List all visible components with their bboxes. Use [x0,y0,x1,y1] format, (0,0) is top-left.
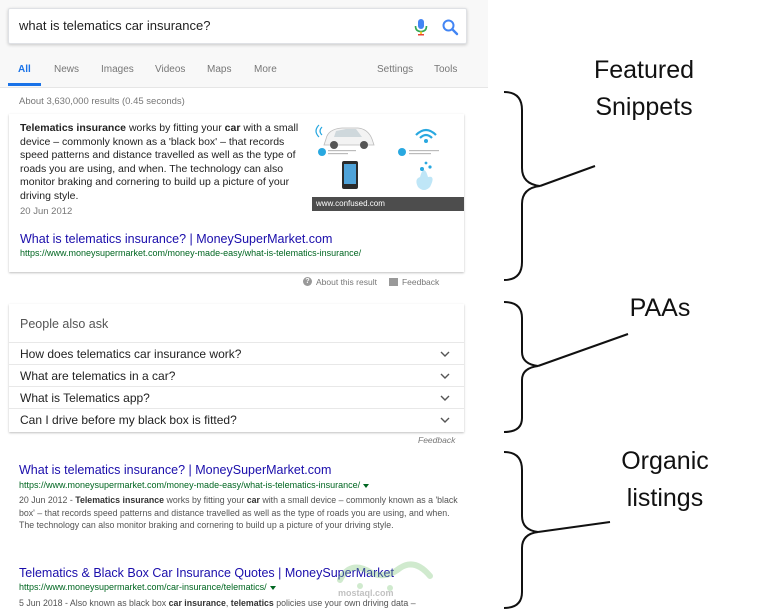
annotation-line: listings [626,484,704,512]
paa-question[interactable]: What is Telematics app? [9,386,464,408]
organic-date: 20 Jun 2012 - [19,495,76,505]
snippet-bold-term: Telematics insurance [20,122,127,134]
organic-bold-term: car insurance [168,598,226,608]
organic-text-part: Also known as black box [69,598,169,608]
paa-question-text: What is Telematics app? [20,391,150,405]
search-icon[interactable] [441,18,459,36]
paa-question[interactable]: How does telematics car insurance work? [9,342,464,364]
featured-snippet-text: Telematics insurance works by fitting yo… [20,122,302,204]
featured-snippet-url: https://www.moneysupermarket.com/money-m… [20,248,362,258]
featured-snippet-footer: ? About this result Feedback [303,276,439,287]
result-stats: About 3,630,000 results (0.45 seconds) [19,96,185,107]
annotation-line: Snippets [595,93,693,121]
snippet-bold-term: car [224,122,241,134]
paa-question-text: Can I drive before my black box is fitte… [20,413,237,427]
caret-down-icon[interactable] [363,483,370,488]
paa-question[interactable]: Can I drive before my black box is fitte… [9,408,464,430]
chevron-down-icon [440,351,450,357]
search-results-page: All News Images Videos Maps More Setting… [0,0,488,612]
chevron-down-icon [440,417,450,423]
organic-result-title[interactable]: What is telematics insurance? | MoneySup… [19,463,331,477]
caret-down-icon[interactable] [269,585,276,590]
organic-bold-term: Telematics insurance [75,495,165,505]
paa-question-text: How does telematics car insurance work? [20,347,242,361]
image-caption: www.confused.com [312,197,464,211]
tab-maps[interactable]: Maps [207,64,231,75]
microphone-icon[interactable] [413,18,429,36]
paa-question[interactable]: What are telematics in a car? [9,364,464,386]
featured-snippet-image[interactable]: www.confused.com [312,117,464,211]
tab-news[interactable]: News [54,64,79,75]
watermark-text: mostaql.com [338,588,394,598]
chevron-down-icon [440,395,450,401]
organic-url-text: https://www.moneysupermarket.com/car-ins… [19,582,267,592]
chevron-down-icon [440,373,450,379]
tab-settings[interactable]: Settings [377,64,413,75]
tab-all[interactable]: All [18,64,31,75]
feedback-icon [388,277,398,286]
paa-question-text: What are telematics in a car? [20,369,176,383]
people-also-ask-box: People also ask How does telematics car … [9,304,464,432]
featured-snippets-annotation: Featured Snippets [584,52,704,126]
organic-result-description: 20 Jun 2012 - Telematics insurance works… [19,494,459,532]
search-input[interactable] [19,9,399,43]
organic-result-url: https://www.moneysupermarket.com/car-ins… [19,582,276,592]
paa-feedback-link[interactable]: Feedback [418,435,455,445]
tab-tools[interactable]: Tools [434,64,457,75]
featured-snippet: Telematics insurance works by fitting yo… [9,114,464,272]
organic-result-url: https://www.moneysupermarket.com/money-m… [19,480,370,490]
annotation-line: Featured [593,56,695,84]
featured-snippet-link[interactable]: What is telematics insurance? | MoneySup… [20,232,332,246]
organic-text-part: works by fitting your [164,495,247,505]
organic-listings-annotation: Organic listings [605,443,725,517]
search-tabs: All News Images Videos Maps More Setting… [0,58,488,88]
search-box[interactable] [8,8,467,44]
organic-url-text: https://www.moneysupermarket.com/money-m… [19,480,361,490]
featured-snippet-date: 20 Jun 2012 [20,206,73,217]
tab-more[interactable]: More [254,64,277,75]
telematics-infographic [315,124,439,190]
active-tab-indicator [8,83,41,86]
annotation-line: Organic [621,447,709,475]
organic-date: 5 Jun 2018 - [19,598,70,608]
tab-images[interactable]: Images [101,64,134,75]
search-header: All News Images Videos Maps More Setting… [0,0,488,88]
about-this-result-link[interactable]: About this result [316,277,377,287]
organic-bold-term: telematics [230,598,274,608]
tab-videos[interactable]: Videos [155,64,185,75]
question-icon: ? [303,277,312,287]
snippet-text-part: works by fitting your [126,122,225,134]
paa-annotation: PAAs [629,294,691,322]
feedback-link[interactable]: Feedback [402,277,439,287]
organic-bold-term: car [246,495,260,505]
paa-heading: People also ask [20,317,109,331]
